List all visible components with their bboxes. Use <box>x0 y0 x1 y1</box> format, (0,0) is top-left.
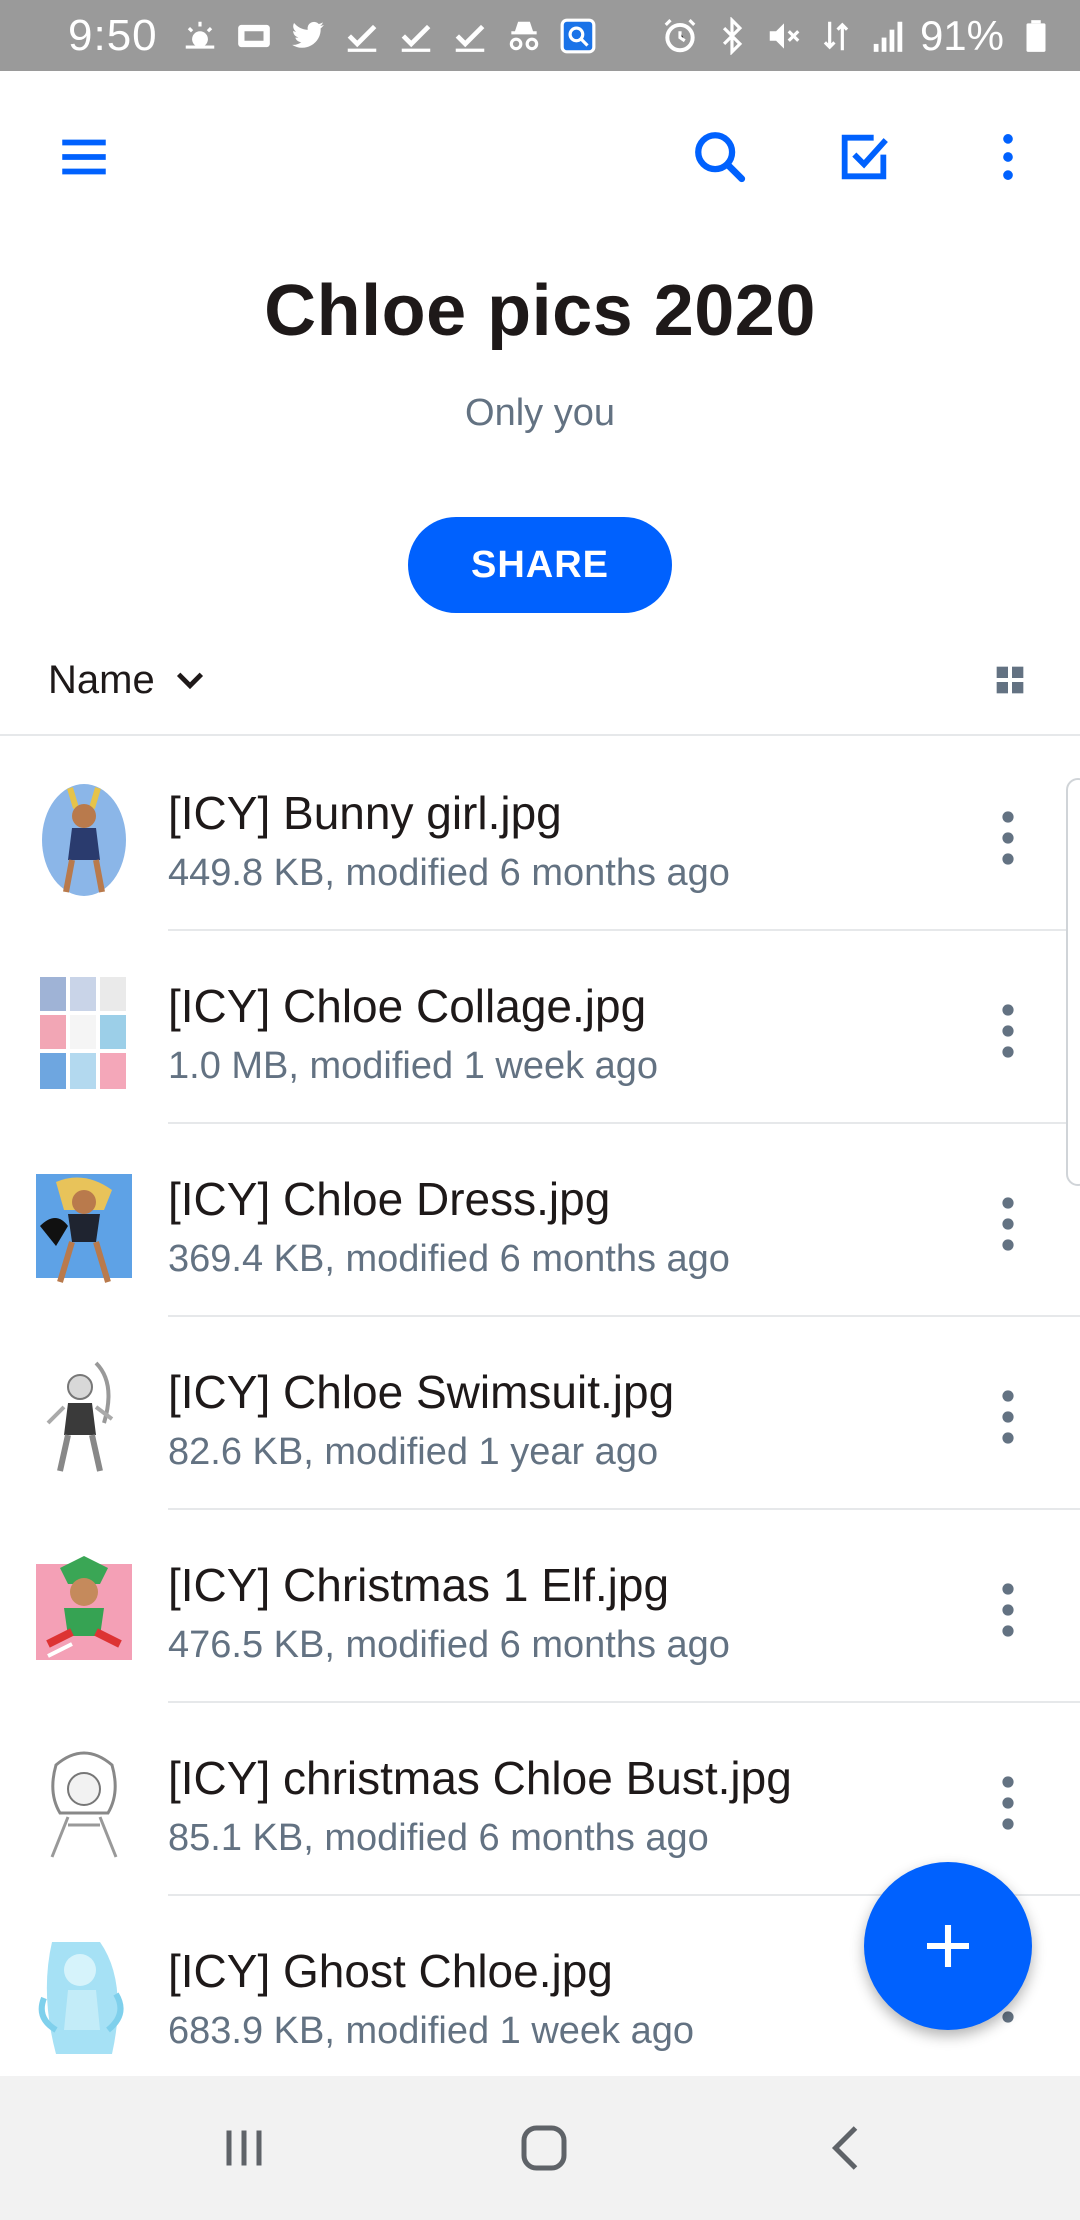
screen-search-icon <box>558 16 598 56</box>
file-name: [ICY] christmas Chloe Bust.jpg <box>168 1752 792 1804</box>
file-overflow-button[interactable] <box>984 995 1032 1067</box>
signal-icon <box>868 16 908 56</box>
file-name: [ICY] Ghost Chloe.jpg <box>168 1945 613 1997</box>
top-app-bar <box>0 71 1080 239</box>
file-thumbnail <box>36 973 132 1093</box>
home-button[interactable] <box>508 2112 580 2184</box>
file-thumbnail <box>36 1938 132 2058</box>
data-icon <box>816 16 856 56</box>
more-vertical-icon <box>1003 134 1013 180</box>
file-meta: 85.1 KB, modified 6 months ago <box>168 1817 709 1859</box>
alarm-icon <box>660 16 700 56</box>
scrollbar[interactable] <box>1066 778 1080 1186</box>
add-button[interactable] <box>864 1862 1032 2030</box>
page-title: Chloe pics 2020 <box>264 271 816 351</box>
back-icon <box>831 2126 858 2170</box>
file-overflow-button[interactable] <box>984 1574 1032 1646</box>
file-name: [ICY] Chloe Swimsuit.jpg <box>168 1366 675 1418</box>
grid-view-button[interactable] <box>984 654 1036 706</box>
status-time: 9:50 <box>68 10 158 60</box>
menu-button[interactable] <box>48 121 120 193</box>
file-meta: 1.0 MB, modified 1 week ago <box>168 1045 659 1087</box>
menu-icon <box>62 139 106 175</box>
file-overflow-button[interactable] <box>984 1188 1032 1260</box>
file-thumbnail <box>36 1745 132 1865</box>
battery-percent: 91% <box>919 11 1004 59</box>
system-nav-bar <box>0 2076 1080 2220</box>
sort-label: Name <box>48 657 155 702</box>
search-icon <box>695 132 746 183</box>
list-item[interactable]: [ICY] Chloe Collage.jpg 1.0 MB, modified… <box>0 931 1080 1124</box>
check-icon <box>450 16 490 56</box>
notification-icons <box>180 16 598 56</box>
file-meta: 476.5 KB, modified 6 months ago <box>168 1624 730 1666</box>
file-name: [ICY] Bunny girl.jpg <box>168 787 562 839</box>
twitter-icon <box>288 16 328 56</box>
select-button[interactable] <box>828 121 900 193</box>
media-icon <box>234 16 274 56</box>
file-overflow-button[interactable] <box>984 1767 1032 1839</box>
check-icon <box>342 16 382 56</box>
incognito-icon <box>504 16 544 56</box>
sharing-status: Only you <box>465 392 615 434</box>
back-button[interactable] <box>812 2112 884 2184</box>
file-meta: 82.6 KB, modified 1 year ago <box>168 1431 659 1473</box>
more-vertical-icon <box>1002 811 1014 865</box>
more-vertical-icon <box>1002 1776 1014 1830</box>
more-options-button[interactable] <box>972 121 1044 193</box>
file-thumbnail <box>36 1359 132 1479</box>
list-item[interactable]: [ICY] Chloe Dress.jpg 369.4 KB, modified… <box>0 1124 1080 1317</box>
file-thumbnail <box>36 1166 132 1286</box>
bluetooth-icon <box>712 16 752 56</box>
list-item[interactable]: [ICY] Chloe Swimsuit.jpg 82.6 KB, modifi… <box>0 1317 1080 1510</box>
sort-bar: Name <box>0 630 1080 736</box>
battery-icon <box>1016 16 1056 56</box>
share-button[interactable]: SHARE <box>408 517 672 613</box>
file-name: [ICY] Christmas 1 Elf.jpg <box>168 1559 670 1611</box>
weather-icon <box>180 16 220 56</box>
home-icon <box>521 2125 567 2171</box>
more-vertical-icon <box>1002 1004 1014 1058</box>
chevron-down-icon <box>176 672 203 690</box>
file-name: [ICY] Chloe Collage.jpg <box>168 980 647 1032</box>
check-icon <box>396 16 436 56</box>
grid-view-icon <box>996 666 1024 694</box>
status-bar: 9:50 91% <box>0 0 1080 71</box>
system-icons: 91% <box>660 12 1056 60</box>
folder-header: Chloe pics 2020 Only you <box>0 270 1080 435</box>
list-item[interactable]: [ICY] Bunny girl.jpg 449.8 KB, modified … <box>0 738 1080 931</box>
file-thumbnail <box>36 780 132 900</box>
more-vertical-icon <box>1002 1583 1014 1637</box>
search-button[interactable] <box>684 121 756 193</box>
file-name: [ICY] Chloe Dress.jpg <box>168 1173 611 1225</box>
file-overflow-button[interactable] <box>984 802 1032 874</box>
mute-icon <box>764 16 804 56</box>
recent-apps-button[interactable] <box>208 2112 280 2184</box>
plus-icon <box>927 1925 969 1967</box>
file-meta: 683.9 KB, modified 1 week ago <box>168 2010 695 2052</box>
file-overflow-button[interactable] <box>984 1381 1032 1453</box>
file-thumbnail <box>36 1552 132 1672</box>
file-meta: 449.8 KB, modified 6 months ago <box>168 852 730 894</box>
select-checkbox-icon <box>841 134 888 180</box>
list-item[interactable]: [ICY] Christmas 1 Elf.jpg 476.5 KB, modi… <box>0 1510 1080 1703</box>
recent-apps-icon <box>226 2130 262 2166</box>
more-vertical-icon <box>1002 1390 1014 1444</box>
sort-dropdown[interactable]: Name <box>48 650 207 710</box>
file-meta: 369.4 KB, modified 6 months ago <box>168 1238 730 1280</box>
more-vertical-icon <box>1002 1197 1014 1251</box>
